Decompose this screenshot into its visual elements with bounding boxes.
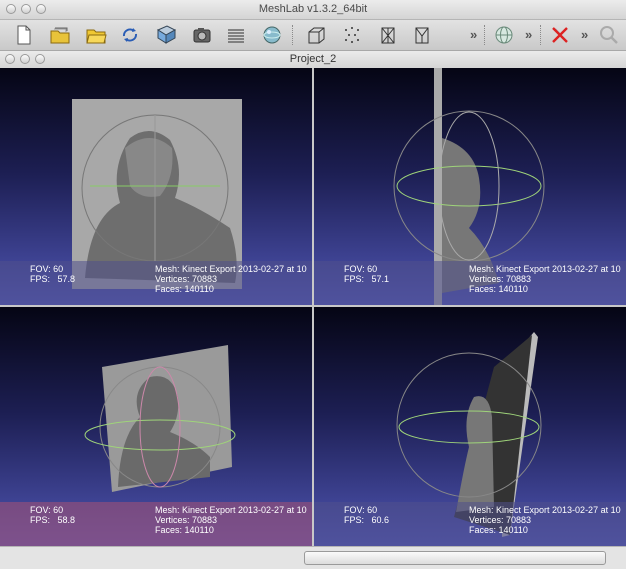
info-overlay: FOV: 60 FPS: 60.6 Mesh: Kinect Export 201… [314, 502, 626, 546]
fps-label: FPS: [30, 515, 51, 525]
layers-icon[interactable] [224, 23, 248, 47]
hidden-lines-icon[interactable] [410, 23, 434, 47]
toolbar-separator [292, 25, 294, 45]
delete-icon[interactable] [548, 23, 572, 47]
faces-count: Faces: 140110 [469, 525, 528, 535]
viewport-top-left[interactable]: FOV: 60 FPS: 57.8 Mesh: Kinect Export 201… [0, 68, 312, 305]
globe-icon[interactable] [492, 23, 516, 47]
toolbar-overflow-chevron-3[interactable]: » [581, 27, 588, 42]
progress-bar [304, 551, 606, 565]
toolbar-overflow-chevron-2[interactable]: » [525, 27, 532, 42]
vertices-count: Vertices: 70883 [155, 515, 218, 525]
new-document-icon[interactable] [12, 23, 36, 47]
fps-label: FPS: [344, 274, 365, 284]
faces-count: Faces: 140110 [469, 284, 528, 294]
project-title: Project_2 [289, 53, 337, 65]
window-titlebar: MeshLab v1.3.2_64bit [0, 0, 626, 20]
viewport-top-right[interactable]: FOV: 60 FPS: 57.1 Mesh: Kinect Export 201… [314, 68, 626, 305]
sphere-icon[interactable] [260, 23, 284, 47]
fps-value: 60.6 [371, 515, 390, 525]
fov-label: FOV: 60 [344, 505, 378, 515]
save-icon[interactable] [154, 23, 178, 47]
mesh-name: Mesh: Kinect Export 2013-02-27 at 10 [155, 264, 307, 274]
points-icon[interactable] [340, 23, 364, 47]
fps-value: 58.8 [57, 515, 76, 525]
mesh-name: Mesh: Kinect Export 2013-02-27 at 10 [155, 505, 307, 515]
toolbar-separator [540, 25, 542, 45]
toolbar-separator [484, 25, 486, 45]
viewport-bottom-right[interactable]: FOV: 60 FPS: 60.6 Mesh: Kinect Export 201… [314, 307, 626, 546]
viewport-splitter-horizontal[interactable] [0, 305, 626, 307]
faces-count: Faces: 140110 [155, 284, 214, 294]
open-folder-icon[interactable] [84, 23, 108, 47]
wireframe-icon[interactable] [376, 23, 400, 47]
mesh-name: Mesh: Kinect Export 2013-02-27 at 10 [469, 264, 621, 274]
reload-icon[interactable] [118, 23, 142, 47]
vertices-count: Vertices: 70883 [155, 274, 218, 284]
fps-label: FPS: [30, 274, 51, 284]
fps-value: 57.1 [371, 274, 390, 284]
info-overlay: FOV: 60 FPS: 57.1 Mesh: Kinect Export 201… [314, 261, 626, 305]
fov-label: FOV: 60 [30, 264, 64, 274]
viewport-bottom-left[interactable]: FOV: 60 FPS: 58.8 Mesh: Kinect Export 201… [0, 307, 312, 546]
faces-count: Faces: 140110 [155, 525, 214, 535]
mesh-name: Mesh: Kinect Export 2013-02-27 at 10 [469, 505, 621, 515]
info-overlay-active: FOV: 60 FPS: 58.8 Mesh: Kinect Export 201… [0, 502, 312, 546]
info-overlay: FOV: 60 FPS: 57.8 Mesh: Kinect Export 201… [0, 261, 312, 305]
vertices-count: Vertices: 70883 [469, 274, 532, 284]
fps-label: FPS: [344, 515, 365, 525]
status-bar [0, 546, 626, 569]
vertices-count: Vertices: 70883 [469, 515, 532, 525]
open-layers-icon[interactable] [48, 23, 72, 47]
main-toolbar: » » » [0, 20, 626, 51]
search-icon[interactable] [597, 23, 621, 47]
window-title: MeshLab v1.3.2_64bit [258, 3, 368, 15]
snapshot-icon[interactable] [190, 23, 214, 47]
toolbar-overflow-chevron-1[interactable]: » [470, 27, 477, 42]
fov-label: FOV: 60 [30, 505, 64, 515]
fov-label: FOV: 60 [344, 264, 378, 274]
box-icon[interactable] [304, 23, 328, 47]
fps-value: 57.8 [57, 274, 76, 284]
viewport-splitter-vertical[interactable] [312, 68, 314, 546]
project-titlebar: Project_2 [0, 51, 626, 69]
